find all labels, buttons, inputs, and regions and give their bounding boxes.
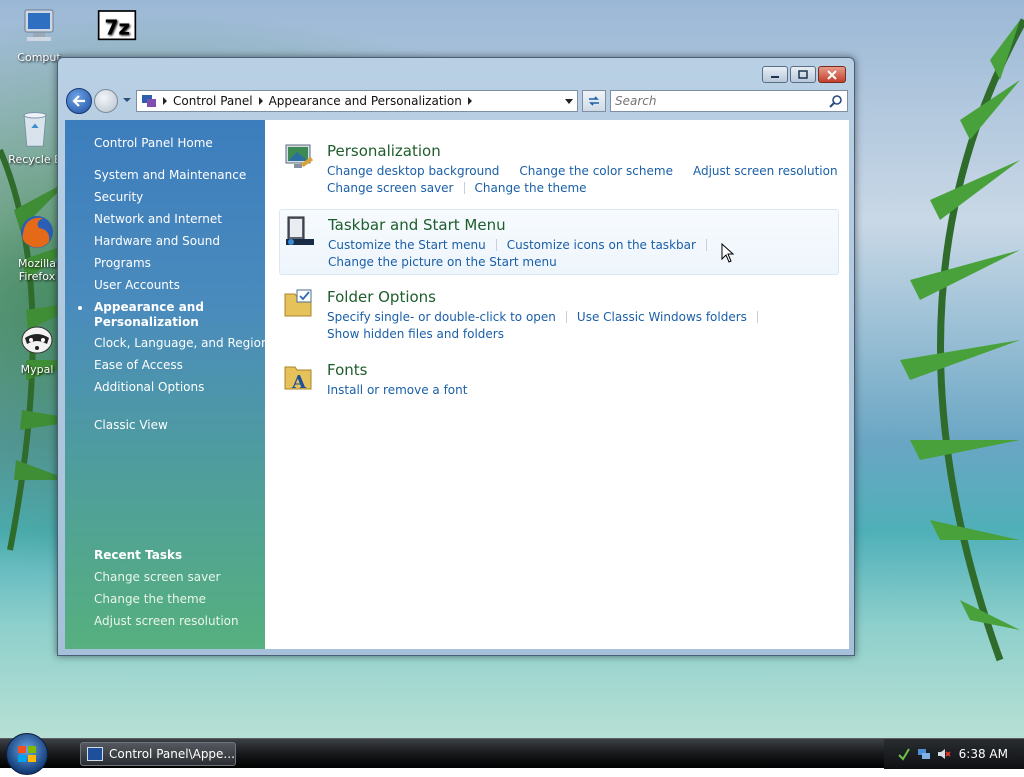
task-link[interactable]: Specify single- or double-click to open (327, 310, 556, 324)
category-title[interactable]: Fonts (327, 361, 367, 379)
search-box (610, 90, 848, 112)
category-fonts: A Fonts Install or remove a font (279, 361, 839, 405)
breadcrumb-control-panel[interactable]: Control Panel (173, 94, 253, 108)
sidebar-item-additional-options[interactable]: Additional Options (94, 380, 204, 394)
breadcrumb-separator[interactable] (258, 97, 263, 105)
recent-task-link[interactable]: Change the theme (94, 592, 206, 606)
category-links: Change desktop background Change the col… (327, 162, 838, 196)
sidebar-item-system-maintenance[interactable]: System and Maintenance (94, 168, 246, 182)
address-row: Control Panel Appearance and Personaliza… (66, 88, 848, 114)
task-link[interactable]: Customize icons on the taskbar (507, 238, 696, 252)
recent-pages-dropdown[interactable] (122, 96, 132, 104)
mouse-cursor-icon (721, 243, 735, 263)
taskbar: Control Panel\Appe... 6:38 AM (0, 733, 1024, 775)
sidebar-item-network[interactable]: Network and Internet (94, 212, 222, 226)
sidebar-item-label: Appearance and (94, 300, 204, 314)
control-panel-window: Control Panel Appearance and Personaliza… (57, 57, 855, 656)
task-link[interactable]: Change the theme (475, 181, 587, 195)
system-tray: 6:38 AM (884, 739, 1024, 769)
refresh-button[interactable] (582, 90, 606, 112)
recycle-bin-icon (23, 112, 47, 147)
back-button[interactable] (66, 88, 92, 114)
network-icon[interactable] (917, 747, 931, 761)
category-links: Install or remove a font (327, 381, 827, 398)
sidebar-item-clock-language[interactable]: Clock, Language, and Region (94, 336, 269, 350)
start-button[interactable] (6, 733, 48, 775)
search-icon[interactable] (829, 94, 843, 108)
task-link[interactable]: Customize the Start menu (328, 238, 486, 252)
task-link[interactable]: Change desktop background (327, 164, 499, 178)
back-arrow-icon (72, 95, 85, 107)
control-panel-icon (87, 747, 103, 761)
task-link[interactable]: Change the picture on the Start menu (328, 255, 557, 269)
firefox-icon (21, 216, 53, 248)
close-button[interactable] (818, 66, 846, 83)
sidebar-item-appearance[interactable]: Appearance and Personalization (65, 300, 265, 332)
clock[interactable]: 6:38 AM (959, 747, 1008, 761)
minimize-button[interactable] (762, 66, 788, 83)
task-link[interactable]: Change screen saver (327, 181, 454, 195)
category-folder-options: Folder Options Specify single- or double… (279, 288, 839, 348)
sidebar-item-ease-of-access[interactable]: Ease of Access (94, 358, 183, 372)
sidebar-control-panel-home[interactable]: Control Panel Home (94, 136, 213, 150)
category-title[interactable]: Taskbar and Start Menu (328, 216, 506, 234)
maximize-icon (798, 70, 808, 79)
safely-remove-icon[interactable] (897, 747, 911, 761)
svg-text:7z: 7z (105, 15, 131, 39)
personalization-icon (285, 144, 314, 168)
address-bar[interactable]: Control Panel Appearance and Personaliza… (136, 90, 578, 112)
computer-icon (24, 9, 54, 41)
taskbar-window-label: Control Panel\Appe... (109, 747, 235, 761)
forward-button[interactable] (94, 89, 118, 113)
category-title[interactable]: Personalization (327, 142, 441, 160)
category-title[interactable]: Folder Options (327, 288, 436, 306)
sidebar-item-user-accounts[interactable]: User Accounts (94, 278, 180, 292)
refresh-icon (589, 96, 599, 106)
category-links: Customize the Start menu Customize icons… (328, 236, 828, 270)
recent-tasks-heading: Recent Tasks (94, 548, 183, 562)
close-icon (827, 69, 837, 80)
7zip-icon: 7z (97, 10, 137, 41)
taskbar-window-button[interactable]: Control Panel\Appe... (80, 742, 236, 766)
task-link[interactable]: Use Classic Windows folders (577, 310, 747, 324)
category-personalization: Personalization Change desktop backgroun… (279, 142, 839, 202)
category-links: Specify single- or double-click to open … (327, 308, 827, 342)
task-link[interactable]: Adjust screen resolution (693, 164, 838, 178)
mypal-icon (21, 326, 53, 354)
windows-logo-icon (18, 746, 36, 762)
svg-text:A: A (291, 372, 307, 393)
task-link[interactable]: Show hidden files and folders (327, 327, 504, 341)
task-pane: Control Panel Home System and Maintenanc… (65, 120, 269, 649)
active-bullet (78, 306, 82, 310)
breadcrumb-separator[interactable] (163, 97, 167, 105)
taskbar-icon (286, 216, 314, 245)
recent-task-link[interactable]: Adjust screen resolution (94, 614, 239, 628)
task-link[interactable]: Install or remove a font (327, 383, 467, 397)
classic-view-link[interactable]: Classic View (94, 418, 168, 432)
control-panel-icon (142, 95, 156, 107)
window-controls (762, 66, 846, 83)
category-pane: Personalization Change desktop backgroun… (265, 120, 849, 649)
breadcrumb-appearance[interactable]: Appearance and Personalization (269, 94, 462, 108)
fonts-icon: A (284, 366, 312, 393)
minimize-icon (771, 75, 779, 78)
sidebar-item-label: Personalization (94, 315, 199, 329)
volume-muted-icon[interactable] (937, 747, 951, 761)
desktop-icon-computer[interactable]: Comput (4, 6, 74, 64)
breadcrumb-separator[interactable] (467, 97, 472, 105)
category-taskbar-start-menu: Taskbar and Start Menu Customize the Sta… (279, 209, 839, 275)
address-dropdown-icon[interactable] (565, 99, 573, 104)
desktop-icon-7zip[interactable]: 7z (82, 6, 152, 51)
sidebar-item-security[interactable]: Security (94, 190, 143, 204)
maximize-button[interactable] (790, 66, 816, 83)
palm-frond-right (900, 18, 1024, 662)
sidebar-item-programs[interactable]: Programs (94, 256, 151, 270)
sidebar-item-hardware-sound[interactable]: Hardware and Sound (94, 234, 220, 248)
task-link[interactable]: Change the color scheme (519, 164, 673, 178)
search-input[interactable] (611, 91, 821, 111)
recent-task-link[interactable]: Change screen saver (94, 570, 221, 584)
folder-options-icon (284, 289, 312, 317)
